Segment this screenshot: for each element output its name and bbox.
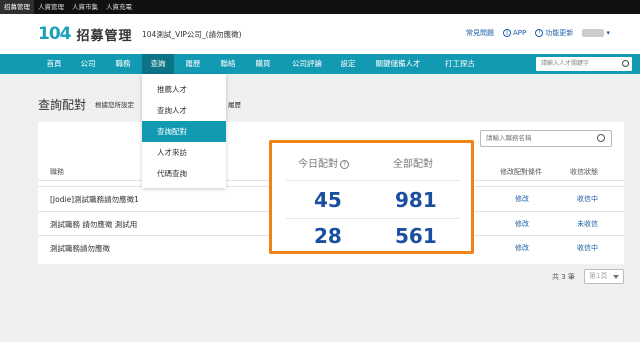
nav-parttime[interactable]: 打工探古	[436, 54, 484, 74]
search-icon[interactable]	[597, 134, 605, 142]
logo[interactable]: 104 招募管理	[38, 24, 133, 44]
today-match-count: 45	[314, 188, 342, 212]
logo-number: 104	[38, 24, 71, 44]
header-links: 常見問題 ▯ APP ! 功能更新 ▾	[466, 28, 610, 38]
topbar-recruit[interactable]: 招募管理	[0, 0, 34, 14]
all-match-count: 981	[395, 188, 437, 212]
col-job: 職務	[50, 168, 64, 176]
topbar-charge[interactable]: 人資充電	[102, 0, 136, 14]
nav-search-input[interactable]: 請輸入人才關鍵字	[536, 57, 632, 71]
page-select-value: 第1頁	[589, 272, 608, 280]
nav-talent-pool[interactable]: 關鍵儲備人才	[366, 54, 430, 74]
nav-home[interactable]: 首頁	[38, 54, 70, 74]
status-link[interactable]: 未收信	[577, 219, 598, 229]
updates-label: 功能更新	[545, 29, 574, 37]
today-match-count: 28	[314, 224, 342, 248]
logo-text: 招募管理	[76, 28, 133, 44]
menu-code-lookup[interactable]: 代碼查詢	[142, 163, 226, 184]
menu-recommend[interactable]: 推薦人才	[142, 79, 226, 100]
page-select[interactable]: 第1頁	[584, 269, 624, 284]
record-count: 共 3 筆	[552, 273, 575, 281]
header: 104 招募管理 104測試_VIP公司_(請勿應徵) 常見問題 ▯ APP ! 功…	[0, 14, 640, 54]
nav-jobs[interactable]: 職務	[106, 54, 140, 74]
nav-resume[interactable]: 履歷	[176, 54, 210, 74]
nav-purchase[interactable]: 購買	[246, 54, 280, 74]
nav-search-placeholder: 請輸入人才關鍵字	[541, 60, 590, 67]
help-icon[interactable]: ?	[340, 160, 349, 169]
match-count-highlight: 今日配對? 全部配對 45 981 28 561	[269, 140, 474, 254]
edit-link[interactable]: 修改	[515, 243, 529, 253]
page-title: 查詢配對	[38, 98, 87, 112]
all-match-count: 561	[395, 224, 437, 248]
nav-contact[interactable]: 聯絡	[211, 54, 245, 74]
edit-link[interactable]: 修改	[515, 194, 529, 204]
page-subtitle: 根據您所設定	[95, 101, 134, 109]
search-dropdown-menu: 推薦人才 查詢人才 查詢配對 人才來訪 代碼查詢	[142, 74, 226, 188]
today-match-label: 今日配對?	[298, 155, 349, 170]
job-search-placeholder: 請輸入職務名稱	[486, 134, 532, 142]
job-name: 測試職務 請勿應徵 測試用	[50, 220, 138, 229]
user-name-blurred	[582, 29, 605, 37]
col-status: 收信狀態	[570, 168, 598, 176]
menu-visitors[interactable]: 人才來訪	[142, 142, 226, 163]
chevron-down-icon	[613, 275, 619, 279]
topbar-market[interactable]: 人資市集	[68, 0, 102, 14]
nav-search[interactable]: 查詢	[142, 54, 174, 74]
main-nav: 首頁 公司 職務 查詢 履歷 聯絡 購買 公司評論 設定 關鍵儲備人才 打工探古…	[0, 54, 640, 74]
updates-link[interactable]: ! 功能更新	[535, 28, 573, 38]
job-search-input[interactable]: 請輸入職務名稱	[480, 130, 612, 147]
app-label: APP	[513, 29, 527, 37]
divider	[286, 180, 460, 181]
company-name: 104測試_VIP公司_(請勿應徵)	[142, 30, 242, 39]
job-name: 測試職務請勿應徵	[50, 244, 110, 253]
menu-search-talent[interactable]: 查詢人才	[142, 100, 226, 121]
faq-link[interactable]: 常見問題	[466, 28, 494, 38]
page-subtitle-end: 履歷	[228, 101, 241, 109]
phone-icon: ▯	[503, 29, 512, 37]
topbar-hr[interactable]: 人資管理	[34, 0, 68, 14]
menu-match[interactable]: 查詢配對	[142, 121, 226, 142]
divider	[286, 218, 460, 219]
user-menu[interactable]: ▾	[582, 29, 610, 37]
edit-link[interactable]: 修改	[515, 219, 529, 229]
app-link[interactable]: ▯ APP	[503, 29, 526, 37]
status-link[interactable]: 收信中	[577, 243, 598, 253]
nav-company[interactable]: 公司	[72, 54, 104, 74]
nav-reviews[interactable]: 公司評論	[281, 54, 333, 74]
all-match-label: 全部配對	[393, 159, 433, 170]
top-system-bar: 招募管理 人資管理 人資市集 人資充電	[0, 0, 640, 14]
search-icon[interactable]	[622, 60, 629, 67]
today-match-text: 今日配對	[298, 159, 338, 170]
col-edit: 修改配對條件	[500, 168, 542, 176]
nav-settings[interactable]: 設定	[334, 54, 362, 74]
status-link[interactable]: 收信中	[577, 194, 598, 204]
bulb-icon: !	[535, 29, 544, 37]
job-name: [Jodie]測試職務請勿應徵1	[50, 195, 139, 204]
